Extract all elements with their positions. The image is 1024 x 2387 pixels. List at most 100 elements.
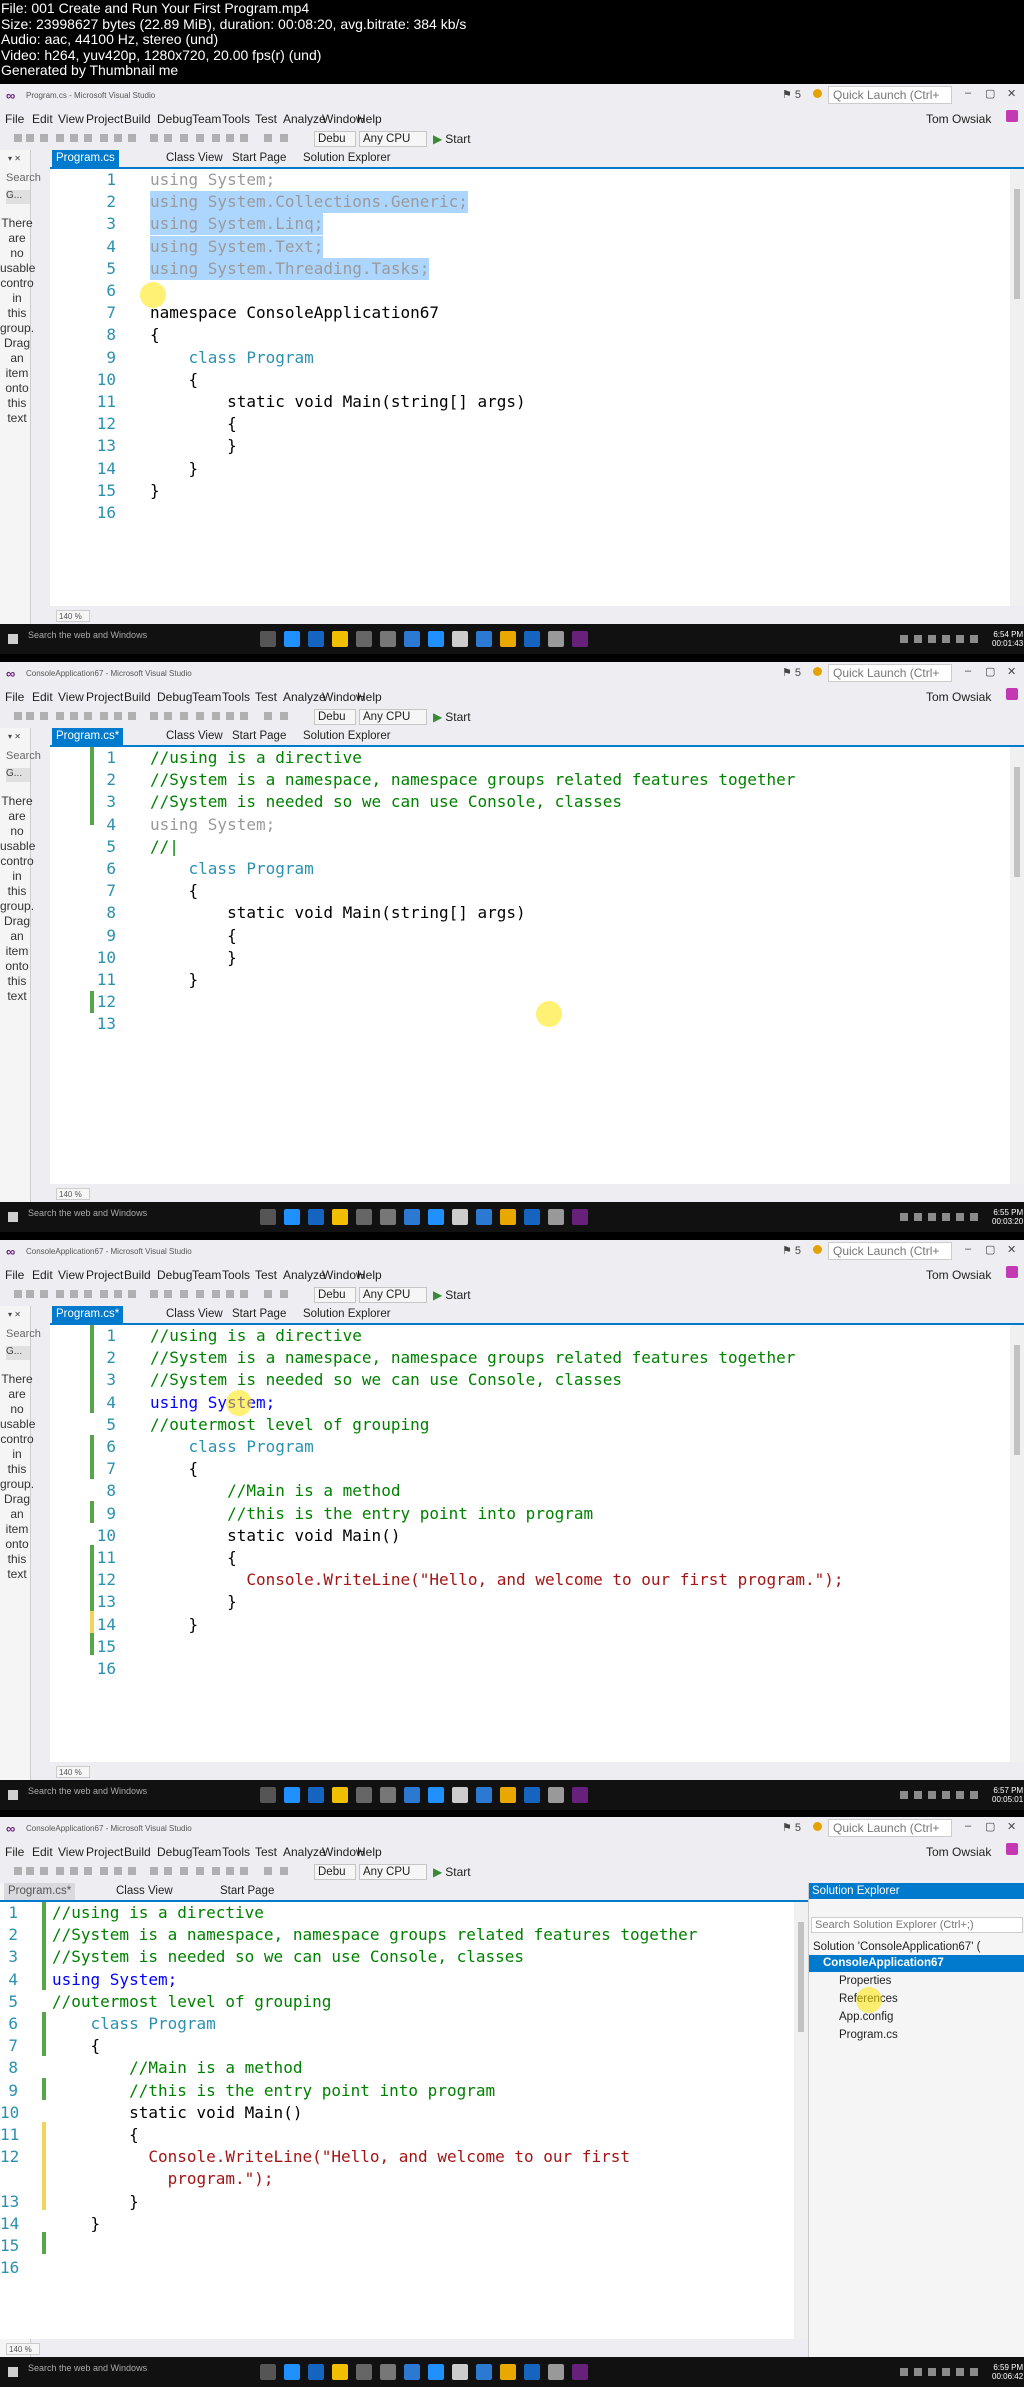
toolbar-button-icon[interactable]: [40, 1290, 48, 1298]
menu-item-file[interactable]: File: [5, 690, 24, 704]
taskbar-app-icon[interactable]: [572, 1787, 588, 1803]
taskbar-app-icon[interactable]: [548, 1209, 564, 1225]
taskbar-app-icon[interactable]: [332, 1787, 348, 1803]
toolbar-button-icon[interactable]: [180, 712, 188, 720]
taskbar-app-icon[interactable]: [356, 2364, 372, 2380]
toolbox-search-input[interactable]: Search: [6, 1328, 41, 1340]
notifications-flag-icon[interactable]: ⚑ 5: [782, 1821, 801, 1834]
toolbar-button-icon[interactable]: [56, 1867, 64, 1875]
menu-item-help[interactable]: Help: [357, 1268, 382, 1282]
solution-platform-select[interactable]: Any CPU: [359, 131, 427, 147]
taskbar-app-icon[interactable]: [452, 631, 468, 647]
menu-item-build[interactable]: Build: [124, 690, 151, 704]
toolbar-button-icon[interactable]: [164, 1290, 172, 1298]
taskbar-app-icon[interactable]: [356, 1209, 372, 1225]
taskbar-app-icon[interactable]: [524, 2364, 540, 2380]
system-tray-icon[interactable]: [942, 1791, 950, 1799]
toolbar-button-icon[interactable]: [150, 134, 158, 142]
menu-item-help[interactable]: Help: [357, 1845, 382, 1859]
pin-icon[interactable]: ▾ ✕: [8, 1310, 21, 1319]
menu-item-help[interactable]: Help: [357, 112, 382, 126]
tab-program-cs[interactable]: Program.cs*: [52, 728, 124, 745]
solution-platform-select[interactable]: Any CPU: [359, 1864, 427, 1880]
system-tray-icon[interactable]: [970, 1791, 978, 1799]
windows-start-icon[interactable]: [8, 1212, 18, 1222]
toolbar-button-icon[interactable]: [84, 712, 92, 720]
taskbar-app-icon[interactable]: [428, 1787, 444, 1803]
taskbar-app-icon[interactable]: [404, 1209, 420, 1225]
toolbar-button-icon[interactable]: [84, 134, 92, 142]
taskbar-search-input[interactable]: Search the web and Windows: [28, 1786, 147, 1796]
toolbar-button-icon[interactable]: [128, 1867, 136, 1875]
taskbar-app-icon[interactable]: [452, 2364, 468, 2380]
quick-launch-input[interactable]: Quick Launch (Ctrl+: [828, 1242, 952, 1260]
program-cs-node[interactable]: Program.cs: [809, 2027, 1024, 2044]
taskbar-app-icon[interactable]: [500, 631, 516, 647]
feedback-icon[interactable]: [813, 667, 822, 676]
toolbar-button-icon[interactable]: [196, 712, 204, 720]
toolbox-group-header[interactable]: G...: [6, 768, 30, 782]
windows-start-icon[interactable]: [8, 634, 18, 644]
properties-node[interactable]: Properties: [809, 1973, 1024, 1990]
toolbar-button-icon[interactable]: [264, 134, 272, 142]
code-editor[interactable]: 1 //using is a directive 2 //System is a na…: [50, 1325, 1024, 1762]
menu-item-team[interactable]: Team: [192, 112, 221, 126]
taskbar-app-icon[interactable]: [476, 1787, 492, 1803]
toolbar-button-icon[interactable]: [56, 1290, 64, 1298]
toolbar-button-icon[interactable]: [212, 712, 220, 720]
toolbar-button-icon[interactable]: [14, 712, 22, 720]
start-debugging-button[interactable]: ▶ Start: [433, 710, 471, 724]
notifications-flag-icon[interactable]: ⚑ 5: [782, 88, 801, 101]
toolbar-button-icon[interactable]: [70, 1290, 78, 1298]
toolbar-button-icon[interactable]: [240, 134, 248, 142]
scrollbar-thumb[interactable]: [1014, 1345, 1020, 1455]
toolbar-button-icon[interactable]: [264, 712, 272, 720]
menu-item-edit[interactable]: Edit: [32, 112, 53, 126]
system-tray-icon[interactable]: [900, 2368, 908, 2376]
toolbar-button-icon[interactable]: [56, 712, 64, 720]
system-tray-icon[interactable]: [970, 635, 978, 643]
toolbar-button-icon[interactable]: [264, 1290, 272, 1298]
taskbar-app-icon[interactable]: [284, 1787, 300, 1803]
toolbar-button-icon[interactable]: [128, 712, 136, 720]
close-icon[interactable]: ✕: [1007, 665, 1016, 678]
taskbar-app-icon[interactable]: [500, 2364, 516, 2380]
taskbar-app-icon[interactable]: [548, 2364, 564, 2380]
menu-item-view[interactable]: View: [58, 112, 84, 126]
toolbar-button-icon[interactable]: [196, 134, 204, 142]
toolbar-button-icon[interactable]: [212, 1867, 220, 1875]
taskbar-app-icon[interactable]: [260, 1209, 276, 1225]
menu-item-analyze[interactable]: Analyze: [283, 1268, 326, 1282]
toolbar-button-icon[interactable]: [70, 712, 78, 720]
tab-class-view[interactable]: Class View: [162, 150, 227, 167]
taskbar-app-icon[interactable]: [284, 2364, 300, 2380]
feedback-icon[interactable]: [813, 89, 822, 98]
maximize-icon[interactable]: ▢: [985, 1820, 995, 1833]
menu-item-tools[interactable]: Tools: [222, 1845, 250, 1859]
taskbar-app-icon[interactable]: [500, 1209, 516, 1225]
taskbar-app-icon[interactable]: [260, 631, 276, 647]
menu-item-view[interactable]: View: [58, 1845, 84, 1859]
scrollbar-thumb[interactable]: [1014, 767, 1020, 877]
system-tray-icon[interactable]: [956, 635, 964, 643]
toolbar-button-icon[interactable]: [100, 712, 108, 720]
pin-icon[interactable]: ▾ ✕: [8, 154, 21, 163]
menu-item-build[interactable]: Build: [124, 112, 151, 126]
tab-program-cs[interactable]: Program.cs*: [4, 1883, 76, 1900]
user-avatar[interactable]: [1006, 110, 1018, 122]
menu-item-debug[interactable]: Debug: [157, 690, 192, 704]
user-name[interactable]: Tom Owsiak: [926, 690, 991, 704]
zoom-level-select[interactable]: 140 %: [56, 610, 90, 622]
taskbar-app-icon[interactable]: [380, 1209, 396, 1225]
user-avatar[interactable]: [1006, 688, 1018, 700]
minimize-icon[interactable]: –: [965, 1243, 971, 1255]
taskbar-app-icon[interactable]: [308, 1787, 324, 1803]
taskbar-app-icon[interactable]: [260, 1787, 276, 1803]
menu-item-tools[interactable]: Tools: [222, 112, 250, 126]
taskbar-app-icon[interactable]: [356, 1787, 372, 1803]
menu-item-test[interactable]: Test: [255, 112, 277, 126]
toolbar-button-icon[interactable]: [164, 1867, 172, 1875]
toolbox-search-input[interactable]: Search: [6, 172, 41, 184]
system-tray-icon[interactable]: [942, 2368, 950, 2376]
code-editor[interactable]: 1 //using is a directive 2 //System is a na…: [50, 747, 1024, 1184]
